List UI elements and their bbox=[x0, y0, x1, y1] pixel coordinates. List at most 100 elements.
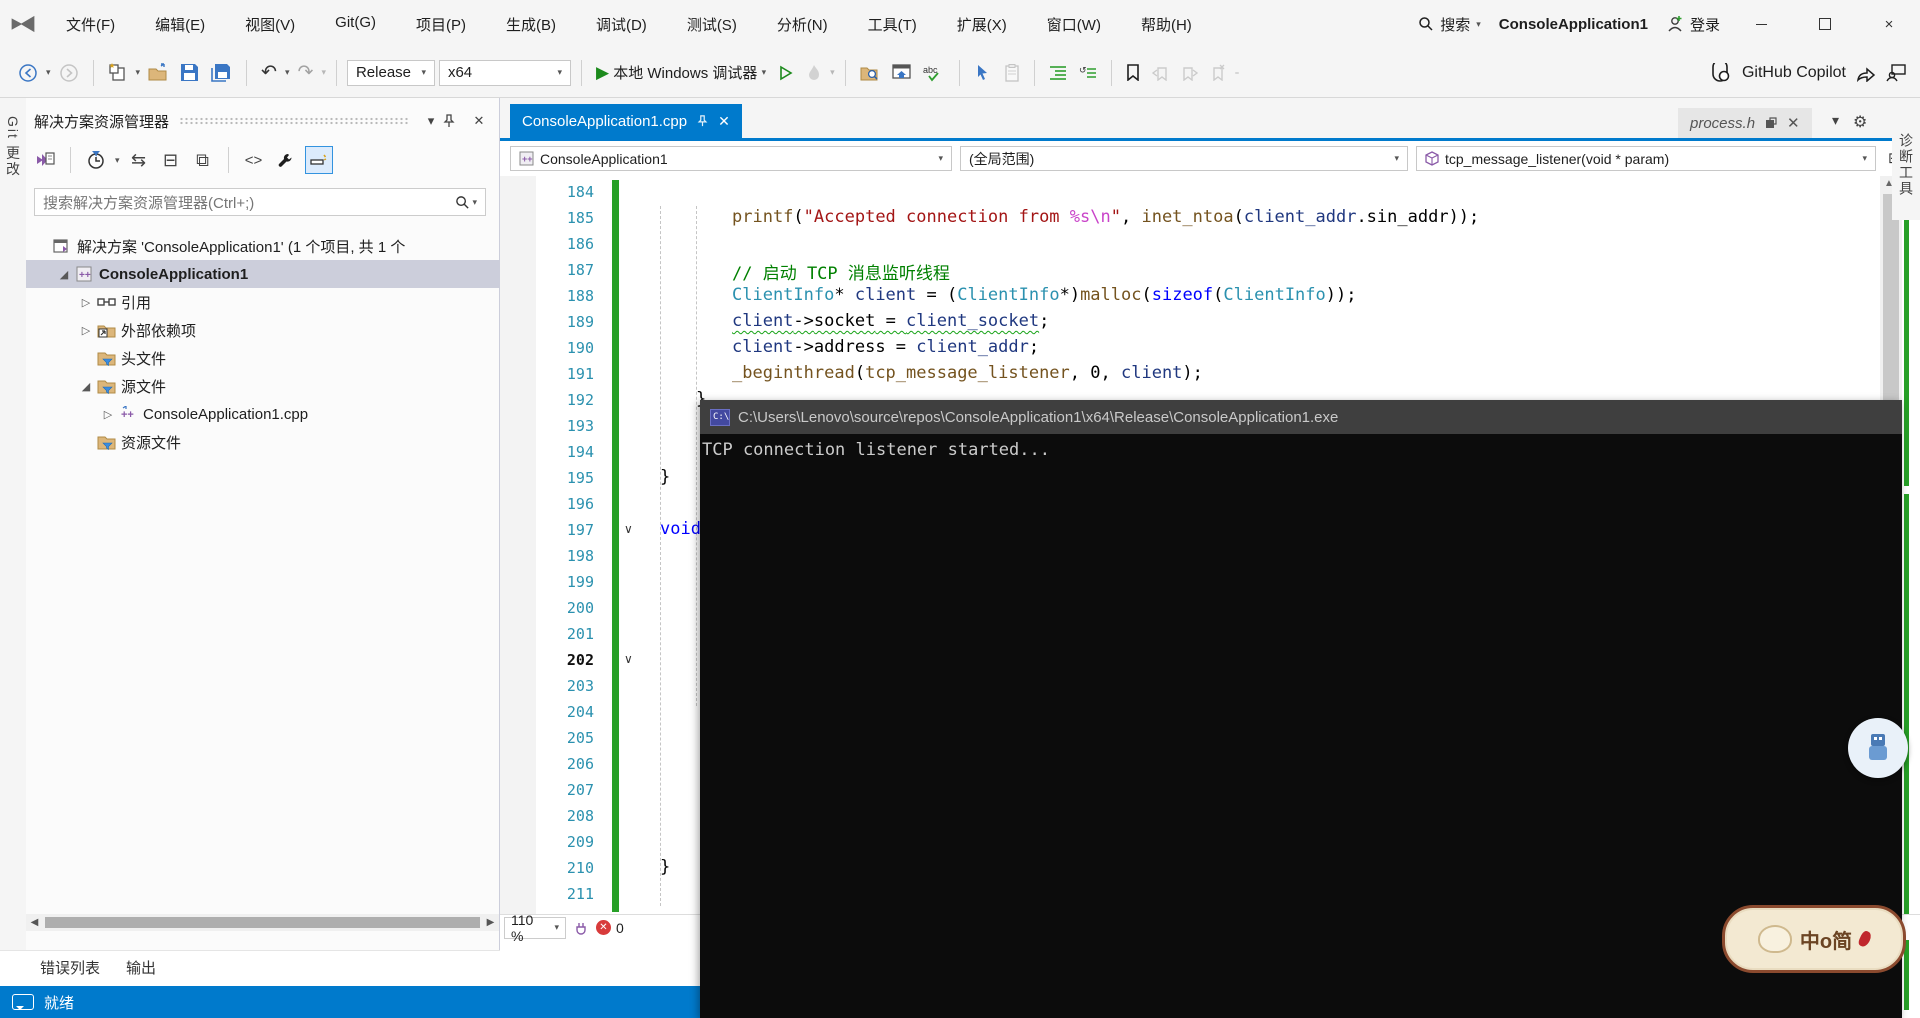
clipboard-button[interactable] bbox=[1000, 58, 1024, 88]
tree-item-consoleapplication1[interactable]: ◢ ++ ConsoleApplication1 bbox=[26, 260, 499, 288]
scope-dropdown[interactable]: (全局范围) ▾ bbox=[960, 146, 1408, 171]
sync-with-active-document-button[interactable]: ⇆ bbox=[126, 147, 152, 173]
chevron-down-icon[interactable]: ▾ bbox=[321, 67, 326, 78]
menu-item[interactable]: Git(G) bbox=[323, 10, 388, 39]
new-project-button[interactable] bbox=[104, 58, 132, 88]
usb-assistant-float-button[interactable] bbox=[1848, 718, 1908, 778]
tab-list-chevron-icon[interactable]: ▾ bbox=[1832, 112, 1839, 132]
zoom-level-select[interactable]: 110 % ▾ bbox=[504, 912, 566, 944]
find-in-files-button[interactable] bbox=[856, 58, 884, 88]
error-count-badge[interactable]: ✕ 0 bbox=[596, 920, 624, 936]
collapse-all-button[interactable]: ⊟ bbox=[158, 147, 184, 173]
send-feedback-button[interactable] bbox=[1886, 63, 1906, 82]
provisional-document-tab[interactable]: process.h ✕ bbox=[1678, 108, 1812, 138]
panel-options-chevron-icon[interactable]: ▾ bbox=[419, 113, 443, 129]
active-document-tab[interactable]: ConsoleApplication1.cpp ✕ bbox=[510, 104, 742, 138]
global-search[interactable]: 搜索 ▾ bbox=[1418, 14, 1481, 35]
navigate-forward-button[interactable] bbox=[55, 58, 83, 88]
tree-item--[interactable]: 头文件 bbox=[26, 344, 499, 372]
chevron-down-icon[interactable]: ▾ bbox=[136, 67, 141, 78]
close-button[interactable]: × bbox=[1866, 7, 1912, 41]
console-window[interactable]: C:\ C:\Users\Lenovo\source\repos\Console… bbox=[700, 400, 1902, 1018]
hot-reload-button[interactable] bbox=[802, 58, 826, 88]
increase-indent-button[interactable]: ↺ bbox=[1075, 58, 1101, 88]
panel-grip[interactable] bbox=[179, 117, 409, 125]
expander-collapsed-icon[interactable]: ▷ bbox=[78, 324, 94, 337]
open-folder-button[interactable] bbox=[144, 58, 172, 88]
menu-item[interactable]: 生成(B) bbox=[494, 10, 568, 39]
chevron-down-icon[interactable]: ▾ bbox=[115, 155, 120, 166]
code-line-184[interactable]: 184 bbox=[500, 180, 1880, 206]
menu-item[interactable]: 文件(F) bbox=[54, 10, 127, 39]
error-list-tab[interactable]: 错误列表 bbox=[40, 957, 100, 986]
menu-item[interactable]: 分析(N) bbox=[765, 10, 840, 39]
start-debugging-button[interactable]: ▶ 本地 Windows 调试器 ▾ bbox=[592, 58, 770, 88]
diagnostics-tools-vertical-tab[interactable]: 诊断工具 bbox=[1892, 110, 1920, 220]
chevron-down-icon[interactable]: ▾ bbox=[285, 67, 290, 78]
pending-changes-filter-button[interactable] bbox=[83, 147, 109, 173]
code-line-186[interactable]: 186 bbox=[500, 232, 1880, 258]
save-all-button[interactable] bbox=[207, 58, 236, 88]
menu-item[interactable]: 编辑(E) bbox=[143, 10, 217, 39]
expander-collapsed-icon[interactable]: ▷ bbox=[100, 408, 116, 421]
pin-icon[interactable] bbox=[697, 115, 708, 127]
expander-expanded-icon[interactable]: ◢ bbox=[78, 380, 94, 393]
menu-item[interactable]: 窗口(W) bbox=[1035, 10, 1113, 39]
browser-home-button[interactable] bbox=[888, 58, 915, 88]
navigate-back-button[interactable] bbox=[14, 58, 42, 88]
fold-open-icon[interactable]: ∨ bbox=[624, 652, 633, 666]
close-icon[interactable]: ✕ bbox=[1787, 114, 1800, 132]
output-tab[interactable]: 输出 bbox=[126, 957, 156, 986]
code-line-191[interactable]: 191 _beginthread(tcp_message_listener, 0,… bbox=[500, 362, 1880, 388]
undo-button[interactable]: ↶ bbox=[257, 58, 281, 88]
share-button[interactable] bbox=[1856, 64, 1876, 82]
decrease-indent-button[interactable] bbox=[1045, 58, 1071, 88]
menu-item[interactable]: 调试(D) bbox=[584, 10, 659, 39]
chevron-down-icon[interactable]: ▾ bbox=[830, 67, 835, 78]
save-button[interactable] bbox=[176, 58, 203, 88]
copilot-label[interactable]: GitHub Copilot bbox=[1742, 64, 1846, 82]
configuration-combo[interactable]: Release ▾ bbox=[346, 59, 435, 86]
close-icon[interactable]: ✕ bbox=[718, 113, 730, 130]
tree-item--[interactable]: ▷ 引用 bbox=[26, 288, 499, 316]
code-line-185[interactable]: 185 printf("Accepted connection from %s\n… bbox=[500, 206, 1880, 232]
toggle-bookmark-button[interactable] bbox=[1122, 58, 1144, 88]
properties-wrench-button[interactable] bbox=[273, 147, 299, 173]
properties-pages-button[interactable]: ⧉ bbox=[190, 147, 216, 173]
tree-item--consoleapplication1-1-1-[interactable]: 解决方案 'ConsoleApplication1' (1 个项目, 共 1 个 bbox=[26, 232, 499, 260]
code-line-189[interactable]: 189 client->socket = client_socket; bbox=[500, 310, 1880, 336]
explorer-horizontal-scrollbar[interactable]: ◀ ▶ bbox=[26, 914, 499, 931]
tree-item-consoleapplication1.cpp[interactable]: ▷ ++ ConsoleApplication1.cpp bbox=[26, 400, 499, 428]
code-line-187[interactable]: 187 // 启动 TCP 消息监听线程 bbox=[500, 258, 1880, 284]
start-without-debugging-button[interactable] bbox=[774, 58, 798, 88]
switch-views-button[interactable] bbox=[32, 147, 58, 173]
tree-item--[interactable]: 资源文件 bbox=[26, 428, 499, 456]
gear-icon[interactable]: ⚙ bbox=[1853, 112, 1867, 132]
git-changes-vertical-tab[interactable]: Git 更改 bbox=[3, 116, 23, 178]
member-dropdown[interactable]: tcp_message_listener(void * param) ▾ bbox=[1416, 146, 1876, 171]
spell-check-button[interactable]: abc bbox=[919, 58, 949, 88]
tree-item--[interactable]: ◢ 源文件 bbox=[26, 372, 499, 400]
code-line-188[interactable]: 188 ClientInfo* client = (ClientInfo*)mal… bbox=[500, 284, 1880, 310]
menu-item[interactable]: 扩展(X) bbox=[945, 10, 1019, 39]
view-code-button[interactable]: <> bbox=[241, 147, 267, 173]
solution-explorer-search-input[interactable]: 搜索解决方案资源管理器(Ctrl+;) ▾ bbox=[34, 188, 486, 216]
platform-combo[interactable]: x64 ▾ bbox=[438, 59, 571, 86]
pin-icon[interactable] bbox=[443, 114, 467, 128]
clear-bookmarks-button[interactable] bbox=[1206, 58, 1231, 88]
fold-open-icon[interactable]: ∨ bbox=[624, 522, 633, 536]
menu-item[interactable]: 项目(P) bbox=[404, 10, 478, 39]
expander-expanded-icon[interactable]: ◢ bbox=[56, 268, 72, 281]
code-line-190[interactable]: 190 client->address = client_addr; bbox=[500, 336, 1880, 362]
menu-item[interactable]: 视图(V) bbox=[233, 10, 307, 39]
tree-item--[interactable]: ▷ 外部依赖项 bbox=[26, 316, 499, 344]
preview-selected-items-button[interactable] bbox=[304, 146, 333, 174]
menu-item[interactable]: 帮助(H) bbox=[1129, 10, 1204, 39]
menu-item[interactable]: 工具(T) bbox=[856, 10, 929, 39]
navigate-cursor-button[interactable] bbox=[970, 58, 996, 88]
health-indicator-icon[interactable] bbox=[574, 921, 588, 935]
minimize-button[interactable] bbox=[1738, 7, 1784, 41]
expander-collapsed-icon[interactable]: ▷ bbox=[78, 296, 94, 309]
console-title-bar[interactable]: C:\ C:\Users\Lenovo\source\repos\Console… bbox=[700, 400, 1902, 434]
project-dropdown[interactable]: ++ ConsoleApplication1 ▾ bbox=[510, 146, 952, 171]
